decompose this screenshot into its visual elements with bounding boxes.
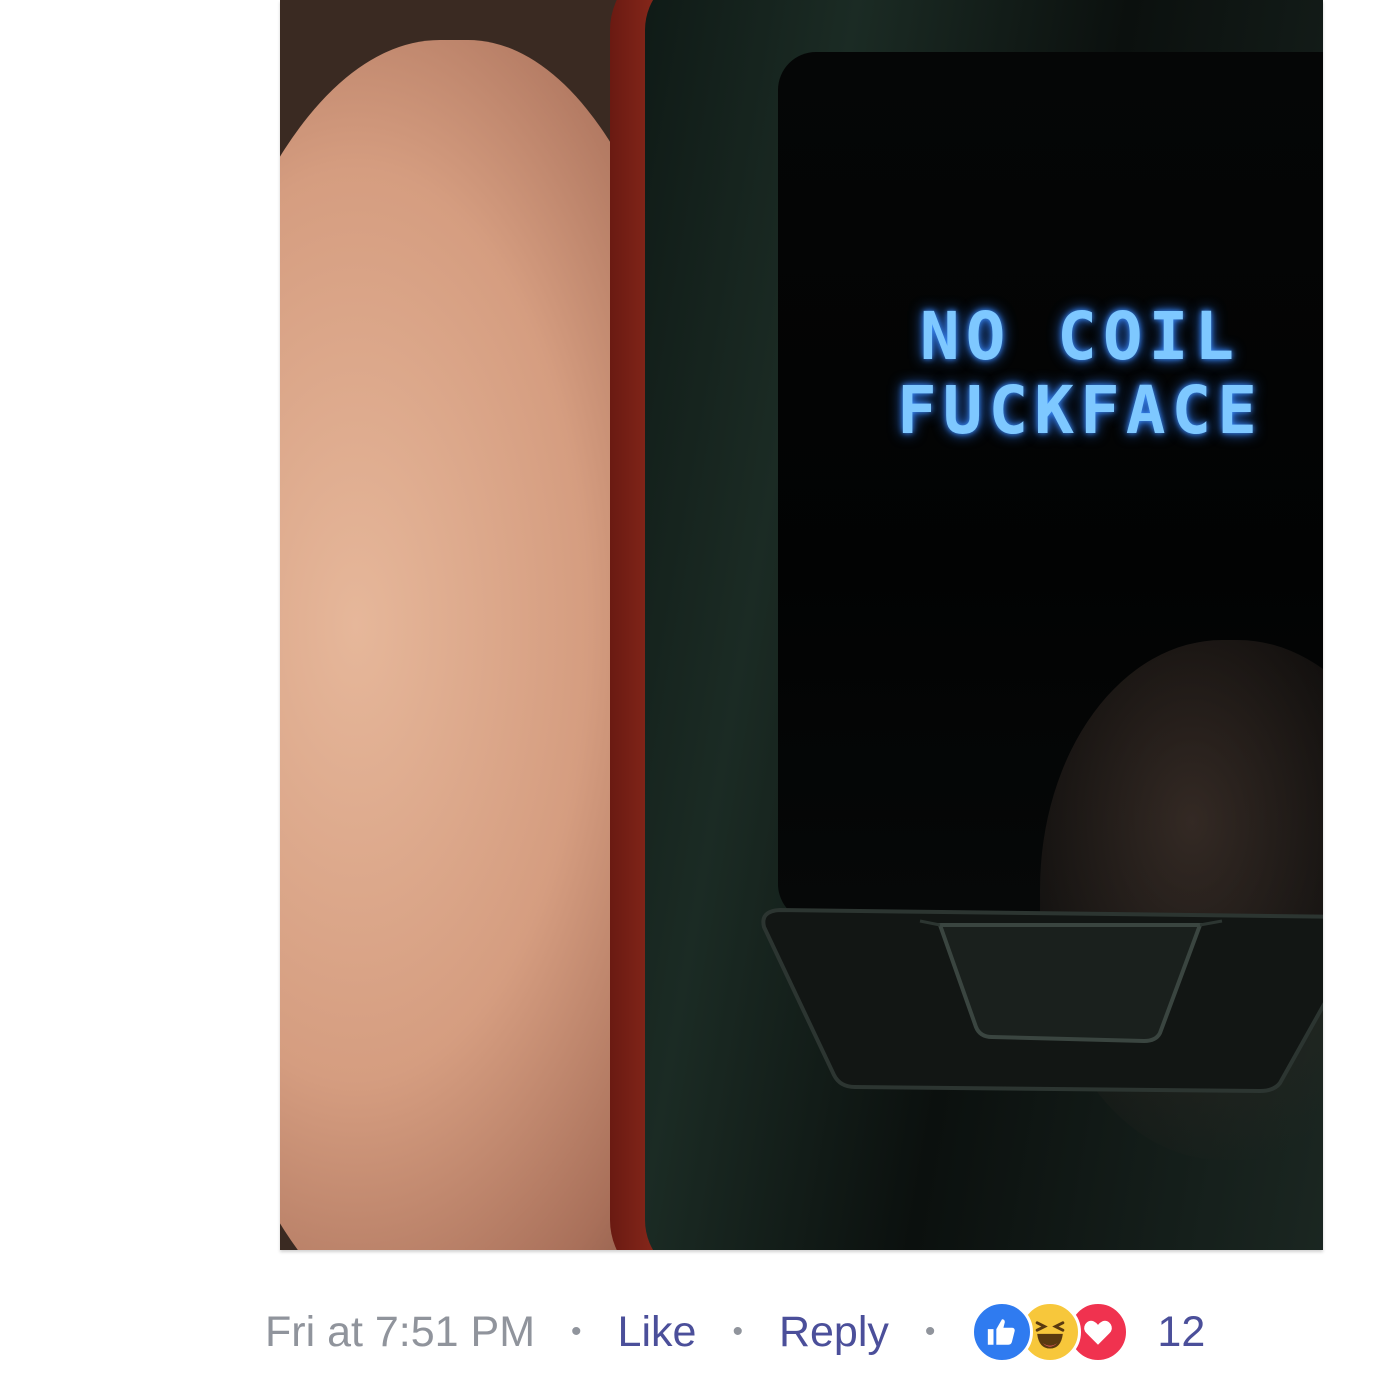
reactions-summary[interactable]: [971, 1301, 1130, 1363]
separator-dot: •: [924, 1315, 936, 1348]
reactions-count[interactable]: 12: [1157, 1308, 1205, 1357]
comment-timestamp[interactable]: Fri at 7:51 PM: [265, 1308, 535, 1357]
like-button[interactable]: Like: [618, 1308, 697, 1357]
comment-view: NO COIL FUCKFACE Fri at 7:51 PM • Like •…: [0, 0, 1400, 1400]
comment-footer: Fri at 7:51 PM • Like • Reply • 12: [265, 1300, 1205, 1364]
device-buttons: [761, 907, 1323, 1094]
separator-dot: •: [571, 1315, 582, 1348]
screen-text-line2: FUCKFACE: [897, 372, 1263, 449]
comment-photo-attachment[interactable]: NO COIL FUCKFACE: [280, 0, 1323, 1250]
reply-button[interactable]: Reply: [779, 1308, 889, 1357]
separator-dot: •: [732, 1315, 743, 1348]
screen-text-line1: NO COIL: [919, 298, 1241, 375]
device-screen-message: NO COIL FUCKFACE: [840, 300, 1320, 448]
like-icon: [971, 1301, 1034, 1363]
